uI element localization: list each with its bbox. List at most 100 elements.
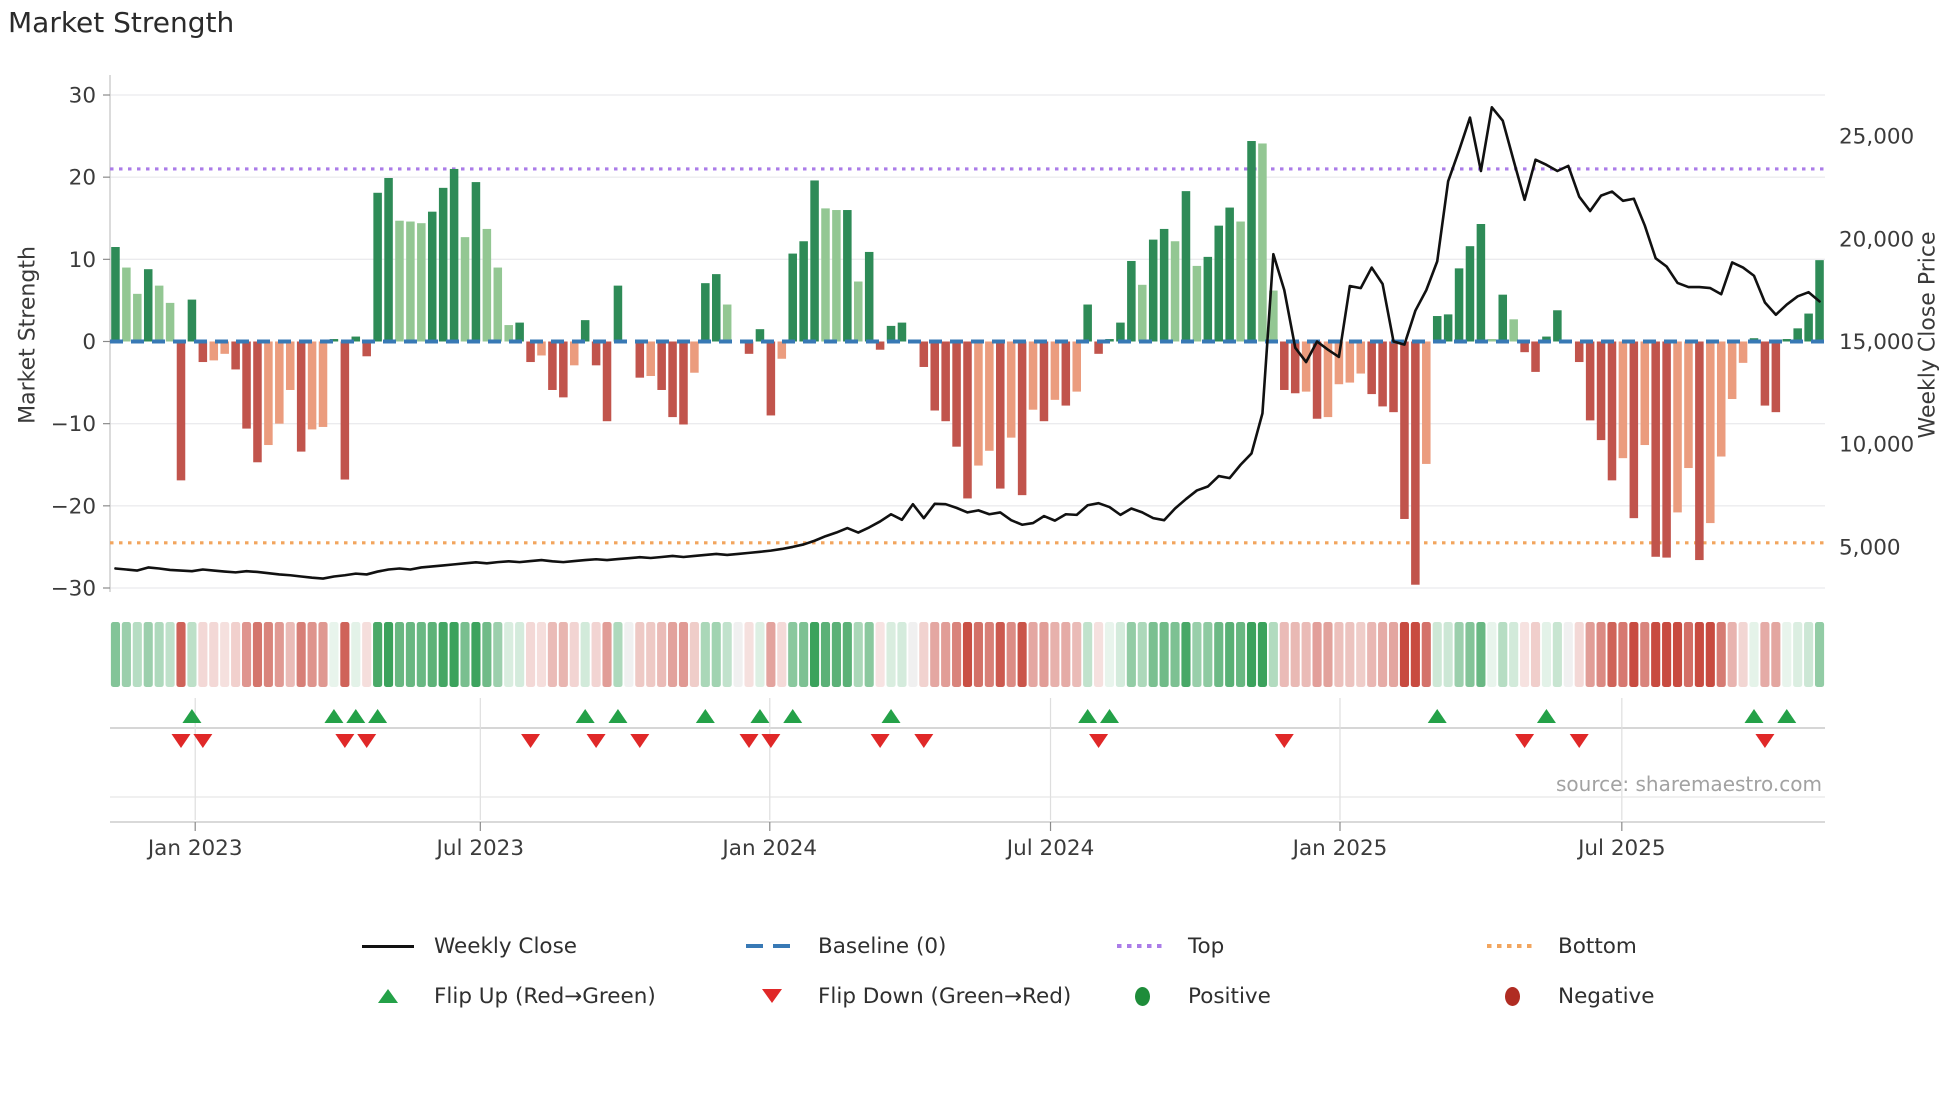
strength-bar [417, 223, 426, 342]
right-axis-title: Weekly Close Price [1915, 231, 1941, 439]
heatmap-cell [1804, 622, 1814, 687]
strength-bar [788, 253, 797, 342]
flip-up-marker [346, 709, 366, 723]
heatmap-cell [1236, 622, 1246, 687]
heatmap-cell [536, 622, 547, 687]
strength-bar [242, 341, 251, 429]
strength-bar [1236, 221, 1245, 342]
heatmap-cell [853, 622, 863, 687]
flip-up-marker [695, 709, 715, 723]
strength-bar [1596, 341, 1606, 441]
heatmap-cell [307, 622, 317, 687]
gridlines [109, 75, 1825, 592]
strength-bar [526, 341, 535, 363]
strength-bar [1411, 341, 1420, 585]
flip-down-marker [914, 734, 934, 748]
left-tick-label: 10 [69, 248, 96, 273]
strength-bar [1017, 341, 1027, 496]
heatmap-cell [1181, 622, 1191, 687]
flip-down-marker [521, 734, 541, 748]
flip-up-marker [783, 709, 803, 723]
strength-bar [996, 341, 1005, 489]
heatmap-cell [1399, 622, 1410, 687]
heatmap-cell [831, 622, 841, 687]
heatmap-cell [285, 622, 295, 687]
heatmap-cell [1148, 622, 1158, 687]
strength-bar [832, 210, 841, 342]
heatmap-cell [1028, 622, 1038, 687]
heatmap-cell [449, 622, 459, 687]
heatmap-cell [1454, 622, 1464, 687]
heatmap-cell [1640, 622, 1650, 687]
heatmap-cell [777, 622, 787, 687]
legend-item-flip-up: Flip Up (Red→Green) [352, 982, 656, 1010]
heatmap-cell [1083, 622, 1093, 687]
flip-up-marker [1777, 709, 1797, 723]
heatmap-cell [132, 622, 142, 687]
legend-item-top: Top [1106, 932, 1224, 960]
left-axis-title: Market Strength [15, 246, 41, 424]
strength-bar [1247, 141, 1256, 342]
heatmap-cell [220, 622, 230, 687]
heatmap-cell [1432, 622, 1442, 687]
strength-bar [821, 208, 830, 342]
heatmap-cell [941, 622, 951, 687]
right-tick-label: 25,000 [1839, 125, 1914, 150]
strength-bar [438, 187, 448, 342]
legend-item-bottom: Bottom [1476, 932, 1637, 960]
heatmap-cell [1410, 622, 1420, 687]
strength-bar [1553, 310, 1562, 342]
heatmap-cell [274, 622, 284, 687]
legend-label: Weekly Close [434, 933, 578, 959]
heatmap-cell [1094, 622, 1104, 687]
strength-bar [165, 302, 175, 342]
strength-bar [296, 341, 306, 452]
strength-bar [1280, 341, 1289, 390]
legend-label: Negative [1558, 983, 1655, 1009]
heatmap-cell [187, 622, 197, 687]
strength-bar [569, 341, 579, 366]
heatmap-cell [908, 622, 918, 687]
heatmap-cell [1552, 622, 1562, 687]
heatmap-cell [1367, 622, 1377, 687]
strength-bar [646, 341, 655, 377]
strength-bar [482, 228, 492, 342]
strength-bar [362, 341, 371, 357]
flip-down-marker [193, 734, 213, 748]
flip-up-icon [378, 989, 398, 1003]
strength-bar [701, 283, 710, 342]
heatmap-cell [1225, 622, 1235, 687]
heatmap-cell [1246, 622, 1257, 687]
flip-down-marker [761, 734, 781, 748]
heatmap-cell [1727, 622, 1737, 687]
flip-down-marker [739, 734, 759, 748]
strength-bar [941, 341, 950, 422]
heatmap-cell [460, 622, 470, 687]
strength-bar [504, 325, 513, 342]
heatmap-cell [569, 622, 579, 687]
strength-bar [1443, 314, 1453, 342]
heatmap-cell [1170, 622, 1180, 687]
heatmap-cell [1159, 622, 1169, 687]
heatmap-cell [482, 622, 492, 687]
flip-down-marker [1089, 734, 1109, 748]
strength-bar [1640, 341, 1650, 446]
strength-bar [1072, 341, 1081, 392]
heatmap-cell [952, 622, 962, 687]
heatmap-cell [668, 622, 678, 687]
bottom-dots-swatch [1487, 944, 1537, 948]
flip-up-marker [324, 709, 344, 723]
legend-label: Flip Down (Green→Red) [818, 983, 1072, 1009]
strength-bar [810, 180, 819, 342]
left-tick-label: 0 [82, 330, 96, 355]
heatmap-cell [755, 622, 765, 687]
heatmap-cell [340, 622, 350, 687]
heatmap-cell [711, 622, 721, 687]
right-tick-label: 20,000 [1839, 227, 1914, 252]
heatmap-cell [799, 622, 809, 687]
strength-bar [1607, 341, 1617, 481]
heatmap-cell [930, 622, 940, 687]
heatmap-cell [373, 622, 383, 687]
heatmap-cell [252, 622, 263, 687]
strength-bar [1203, 256, 1213, 342]
